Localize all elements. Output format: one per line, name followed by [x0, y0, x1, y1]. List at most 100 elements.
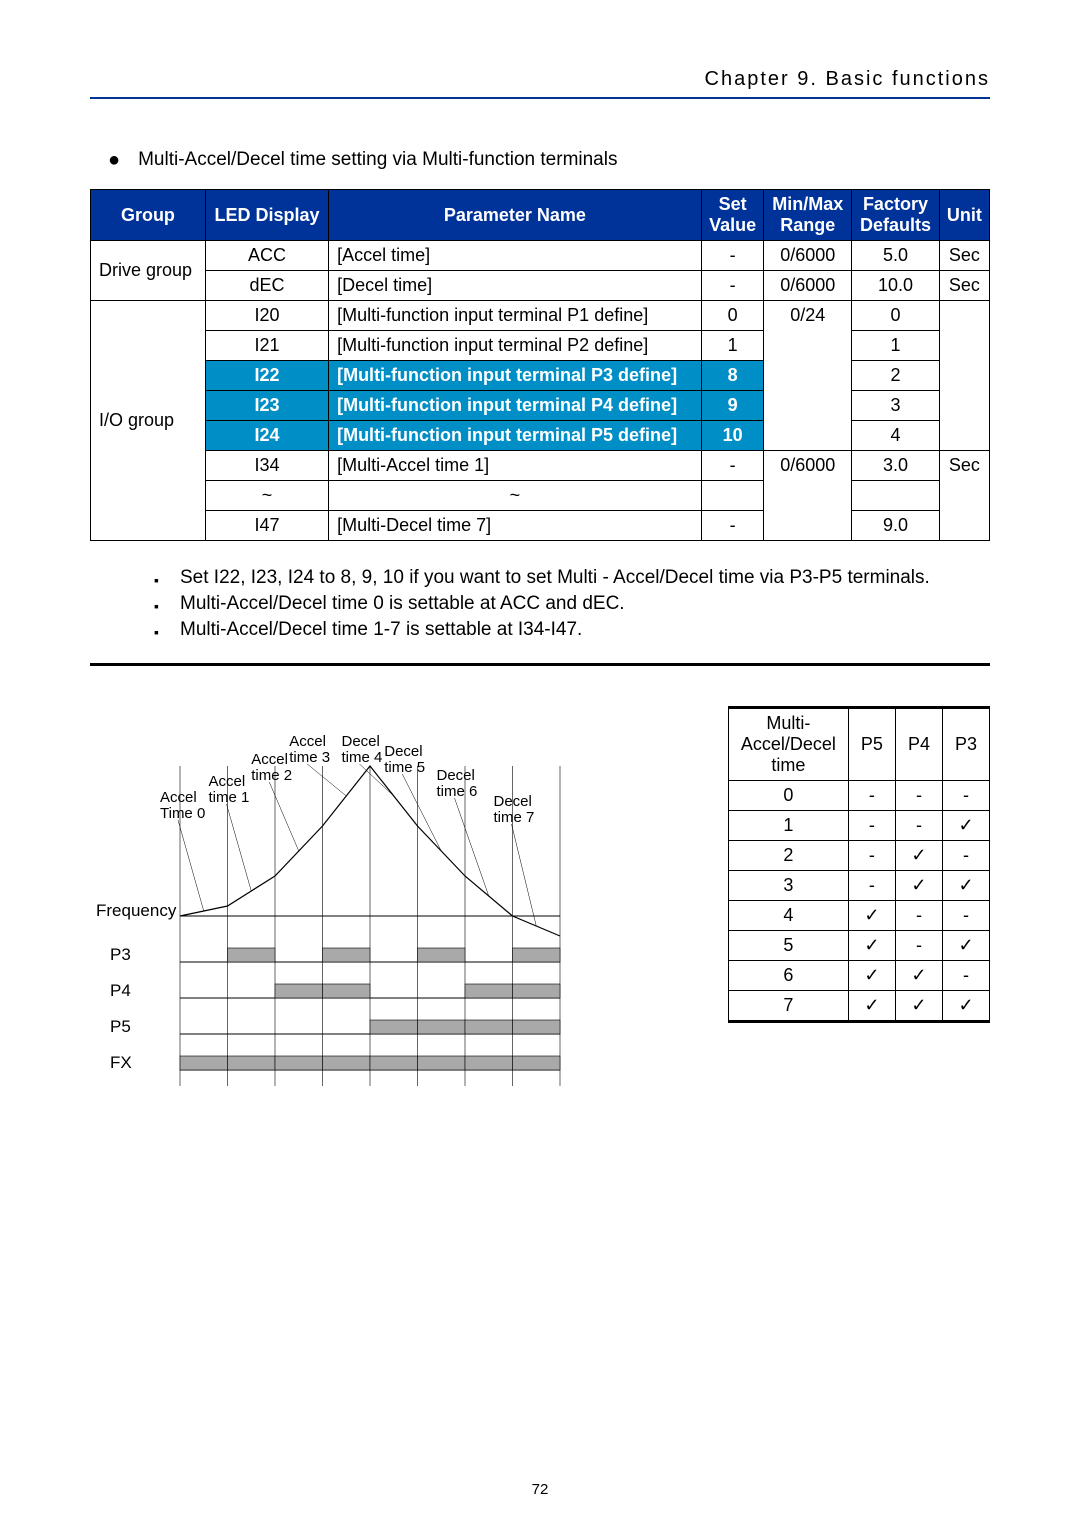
- table-cell: [Multi-Accel time 1]: [329, 451, 702, 481]
- truth-cell: ✓: [848, 901, 895, 931]
- table-cell: I47: [205, 511, 328, 541]
- truth-cell: ✓: [942, 991, 989, 1022]
- table-cell: dEC: [205, 271, 328, 301]
- truth-cell: 2: [728, 841, 848, 871]
- table-cell: 3: [852, 391, 940, 421]
- table-cell: 10: [701, 421, 764, 451]
- param-header: SetValue: [701, 190, 764, 241]
- param-header: Min/MaxRange: [764, 190, 852, 241]
- truth-cell: ✓: [895, 991, 942, 1022]
- table-cell: [Multi-Decel time 7]: [329, 511, 702, 541]
- truth-cell: -: [848, 781, 895, 811]
- table-cell: I21: [205, 331, 328, 361]
- truth-cell: ✓: [895, 961, 942, 991]
- table-cell: [Multi-function input terminal P4 define…: [329, 391, 702, 421]
- table-cell: [Multi-function input terminal P1 define…: [329, 301, 702, 331]
- table-cell: -: [701, 271, 764, 301]
- table-cell: ACC: [205, 241, 328, 271]
- svg-text:time 3: time 3: [289, 749, 330, 766]
- svg-text:Decel: Decel: [384, 743, 422, 760]
- table-cell: 0/6000: [764, 241, 852, 271]
- table-cell: [Multi-function input terminal P2 define…: [329, 331, 702, 361]
- svg-text:P3: P3: [110, 945, 131, 964]
- table-cell: ~: [329, 481, 702, 511]
- truth-cell: ✓: [895, 841, 942, 871]
- truth-table: Multi-Accel/DeceltimeP5P4P30---1--✓2-✓-3…: [728, 706, 990, 1023]
- section-divider: [90, 663, 990, 666]
- truth-cell: 3: [728, 871, 848, 901]
- svg-text:Accel: Accel: [289, 733, 326, 750]
- table-cell: 5.0: [852, 241, 940, 271]
- note-item: Multi-Accel/Decel time 1-7 is settable a…: [154, 617, 990, 643]
- table-cell: Sec: [939, 271, 989, 301]
- intro-text: Multi-Accel/Decel time setting via Multi…: [138, 149, 617, 171]
- table-cell: [Decel time]: [329, 271, 702, 301]
- truth-cell: -: [942, 901, 989, 931]
- truth-table-wrap: Multi-Accel/DeceltimeP5P4P30---1--✓2-✓-3…: [728, 706, 990, 1096]
- truth-cell: -: [942, 841, 989, 871]
- table-cell: [Accel time]: [329, 241, 702, 271]
- param-header: Parameter Name: [329, 190, 702, 241]
- truth-cell: ✓: [942, 871, 989, 901]
- truth-cell: -: [848, 811, 895, 841]
- table-cell: 0: [701, 301, 764, 331]
- table-cell: I22: [205, 361, 328, 391]
- svg-text:time 4: time 4: [342, 749, 383, 766]
- table-cell: [Multi-function input terminal P5 define…: [329, 421, 702, 451]
- svg-text:Time 0: Time 0: [160, 805, 205, 822]
- note-item: Multi-Accel/Decel time 0 is settable at …: [154, 591, 990, 617]
- table-cell: 0/6000: [764, 451, 852, 541]
- svg-text:Accel: Accel: [251, 751, 288, 768]
- note-item: Set I22, I23, I24 to 8, 9, 10 if you wan…: [154, 565, 990, 591]
- svg-text:Decel: Decel: [342, 733, 380, 750]
- truth-cell: 5: [728, 931, 848, 961]
- table-cell: [Multi-function input terminal P3 define…: [329, 361, 702, 391]
- svg-text:Frequency: Frequency: [96, 901, 177, 920]
- truth-cell: -: [895, 781, 942, 811]
- header-divider: [90, 97, 990, 99]
- table-cell: -: [701, 511, 764, 541]
- svg-text:time 1: time 1: [209, 789, 250, 806]
- chapter-title: Chapter 9. Basic functions: [90, 60, 990, 97]
- param-header: LED Display: [205, 190, 328, 241]
- truth-cell: 0: [728, 781, 848, 811]
- table-cell: -: [701, 451, 764, 481]
- notes-list: Set I22, I23, I24 to 8, 9, 10 if you wan…: [154, 565, 990, 643]
- truth-cell: 6: [728, 961, 848, 991]
- table-cell: 10.0: [852, 271, 940, 301]
- truth-cell: ✓: [895, 871, 942, 901]
- param-table: GroupLED DisplayParameter NameSetValueMi…: [90, 189, 990, 541]
- table-cell: [852, 481, 940, 511]
- param-header: Group: [91, 190, 206, 241]
- bullet-icon: ●: [108, 149, 120, 171]
- truth-cell: -: [942, 961, 989, 991]
- truth-cell: 1: [728, 811, 848, 841]
- table-cell: 9.0: [852, 511, 940, 541]
- table-cell: I20: [205, 301, 328, 331]
- table-cell: 4: [852, 421, 940, 451]
- svg-text:time 7: time 7: [494, 809, 535, 826]
- svg-text:time 6: time 6: [437, 783, 478, 800]
- table-cell: Sec: [939, 241, 989, 271]
- table-cell: I34: [205, 451, 328, 481]
- truth-cell: ✓: [848, 931, 895, 961]
- truth-cell: ✓: [848, 961, 895, 991]
- svg-text:Accel: Accel: [209, 773, 246, 790]
- svg-text:P4: P4: [110, 981, 131, 1000]
- table-cell: 9: [701, 391, 764, 421]
- table-cell: 0: [852, 301, 940, 331]
- svg-text:FX: FX: [110, 1053, 132, 1072]
- truth-cell: -: [895, 811, 942, 841]
- truth-cell: -: [895, 931, 942, 961]
- table-cell: 0/6000: [764, 271, 852, 301]
- timing-chart: FrequencyAccelTime 0Acceltime 1Acceltime…: [90, 706, 668, 1096]
- table-cell: Sec: [939, 451, 989, 541]
- param-header: FactoryDefaults: [852, 190, 940, 241]
- truth-cell: 4: [728, 901, 848, 931]
- truth-cell: -: [942, 781, 989, 811]
- table-cell: -: [701, 241, 764, 271]
- table-cell: [701, 481, 764, 511]
- truth-cell: ✓: [942, 811, 989, 841]
- svg-text:Decel: Decel: [494, 793, 532, 810]
- table-cell: 0/24: [764, 301, 852, 451]
